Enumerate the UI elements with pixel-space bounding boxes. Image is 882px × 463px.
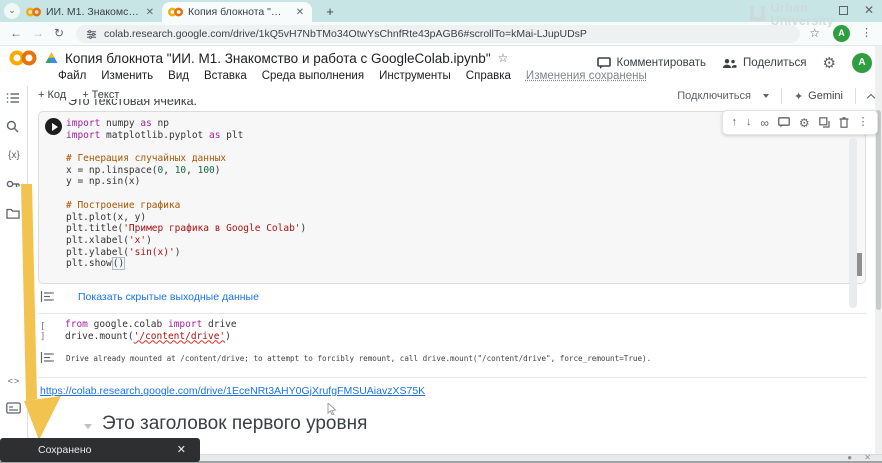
cell-scrollbar-thumb[interactable]	[857, 253, 862, 276]
files-folder-icon[interactable]	[6, 207, 22, 223]
browser-tab-inactive[interactable]: ИИ. М1. Знакомство и работа ✕	[20, 2, 160, 22]
settings-gear-icon[interactable]: ⚙	[823, 54, 836, 72]
output-toggle-icon[interactable]	[40, 351, 54, 364]
move-cell-down-icon[interactable]: ↓	[746, 117, 752, 128]
cell-divider	[38, 377, 866, 378]
tab-close-icon[interactable]: ✕	[146, 7, 154, 18]
connect-button[interactable]: Подключиться	[677, 90, 751, 102]
left-sidebar: {x} <>	[0, 86, 28, 455]
add-comment-icon[interactable]	[778, 117, 790, 128]
output-toggle-icon	[40, 291, 54, 302]
back-icon[interactable]: ←	[10, 26, 22, 40]
tab-close-icon[interactable]: ✕	[294, 7, 306, 18]
search-icon[interactable]	[6, 120, 22, 136]
toast-close-icon[interactable]: ✕	[177, 443, 186, 456]
toast-message: Сохранено	[38, 444, 92, 456]
share-label: Поделиться	[743, 57, 807, 69]
tab-title: ИИ. М1. Знакомство и работа	[46, 6, 140, 18]
terminal-icon[interactable]	[6, 402, 22, 418]
code-editor-2[interactable]: from google.colab import drive drive.moun…	[65, 319, 237, 342]
saved-toast: Сохранено ✕	[0, 438, 200, 462]
cell-settings-gear-icon[interactable]: ⚙	[799, 117, 810, 129]
show-hidden-outputs[interactable]: Показать скрытые выходные данные	[40, 290, 259, 303]
clipped-text-cell[interactable]: Это текстовая ячейка.	[68, 99, 197, 109]
share-people-icon	[722, 58, 737, 68]
browser-tab-bar: ⌄ ИИ. М1. Знакомство и работа ✕ Копия бл…	[0, 0, 882, 22]
move-cell-up-icon[interactable]: ↑	[731, 117, 737, 128]
copy-link-icon[interactable]: ∞	[760, 117, 769, 129]
comment-icon	[596, 57, 611, 69]
colab-avatar[interactable]: A	[852, 53, 872, 73]
colab-logo	[9, 50, 37, 66]
notebook-title[interactable]: Копия блокнота "ИИ. М1. Знакомство и раб…	[65, 51, 491, 66]
forward-icon[interactable]: →	[32, 26, 44, 40]
variables-icon[interactable]: {x}	[6, 149, 22, 165]
site-settings-icon[interactable]	[86, 29, 97, 40]
address-bar[interactable]: colab.research.google.com/drive/1kQ5vH7N…	[76, 25, 800, 43]
cell-divider	[38, 313, 866, 314]
code-editor-1[interactable]: import numpy as np import matplotlib.pypl…	[66, 118, 306, 271]
cell-output: Drive already mounted at /content/drive;…	[40, 351, 651, 364]
cell-toolbar: ↑ ↓ ∞ ⚙ ⋮	[722, 110, 878, 135]
menu-file[interactable]: Файл	[58, 70, 86, 82]
menu-help[interactable]: Справка	[466, 70, 511, 82]
browser-avatar[interactable]: A	[833, 25, 850, 42]
menu-insert[interactable]: Вставка	[204, 70, 247, 82]
heading-text: Это заголовок первого уровня	[102, 413, 368, 434]
gemini-button[interactable]: ✦ Gemini	[794, 90, 843, 103]
comment-label: Комментировать	[616, 57, 707, 69]
colab-header: Копия блокнота "ИИ. М1. Знакомство и раб…	[0, 46, 882, 86]
collapse-section-icon[interactable]	[84, 423, 92, 429]
window-close-button[interactable]: ✕	[864, 4, 874, 16]
screen: { "browser": { "tabs": [ { "title": "ИИ.…	[0, 0, 882, 463]
overlay-controls[interactable]: ● ✕	[847, 453, 876, 462]
colab-favicon	[26, 7, 41, 17]
delete-cell-icon[interactable]	[839, 117, 849, 128]
connect-dropdown-icon[interactable]	[762, 94, 769, 98]
window-maximize-button[interactable]	[838, 5, 848, 15]
menu-edit[interactable]: Изменить	[101, 70, 153, 82]
gemini-sparkle-icon: ✦	[793, 90, 804, 103]
run-cell-button[interactable]	[45, 118, 62, 135]
execution-count[interactable]: [ ]	[40, 322, 45, 342]
colab-favicon	[168, 7, 183, 17]
clipped-text: Это текстовая ячейка.	[68, 99, 198, 108]
menu-runtime[interactable]: Среда выполнения	[262, 70, 364, 82]
reload-icon[interactable]: ↻	[54, 26, 64, 40]
new-tab-button[interactable]: +	[322, 4, 338, 20]
window-scrollbar-thumb[interactable]	[876, 110, 881, 310]
markdown-heading-cell[interactable]: Это заголовок первого уровня	[84, 413, 367, 435]
add-code-button[interactable]: + Код	[38, 89, 66, 101]
show-hidden-outputs-label: Показать скрытые выходные данные	[78, 290, 259, 303]
tab-title: Копия блокнота "ИИ. М1. Зна	[188, 6, 288, 18]
notebook-link[interactable]: https://colab.research.google.com/drive/…	[40, 385, 425, 397]
mirror-cell-icon[interactable]	[818, 117, 830, 128]
code-snippets-icon[interactable]: <>	[6, 374, 22, 390]
table-of-contents-icon[interactable]	[6, 92, 22, 108]
notebook-scrollbar[interactable]	[849, 138, 857, 308]
drive-icon	[45, 52, 58, 63]
bookmark-star-icon[interactable]: ☆	[809, 26, 820, 40]
browser-url-bar: ← → ↻ colab.research.google.com/drive/1k…	[0, 22, 882, 46]
menu-bar: Файл Изменить Вид Вставка Среда выполнен…	[58, 70, 647, 82]
comment-button[interactable]: Комментировать	[596, 57, 707, 69]
url-text: colab.research.google.com/drive/1kQ5vH7N…	[104, 28, 587, 40]
toolbar-separator	[855, 88, 856, 104]
share-button[interactable]: Поделиться	[722, 57, 807, 69]
tab-search-icon[interactable]: ⌄	[4, 3, 20, 19]
browser-tab-active[interactable]: Копия блокнота "ИИ. М1. Зна ✕	[162, 2, 312, 22]
menu-view[interactable]: Вид	[168, 70, 189, 82]
collapse-toolbar-icon[interactable]	[866, 93, 876, 102]
more-cell-actions-icon[interactable]: ⋮	[857, 117, 868, 128]
output-text: Drive already mounted at /content/drive;…	[66, 354, 652, 363]
mouse-cursor-icon	[327, 403, 337, 415]
window-scrollbar[interactable]	[875, 46, 882, 463]
star-notebook-icon[interactable]: ☆	[498, 51, 509, 65]
menu-tools[interactable]: Инструменты	[379, 70, 451, 82]
secrets-key-icon[interactable]	[6, 178, 22, 194]
code-cell-1[interactable]: import numpy as np import matplotlib.pypl…	[38, 111, 866, 284]
browser-menu-icon[interactable]: ⋮	[861, 26, 872, 39]
toolbar-separator	[780, 88, 782, 104]
gemini-label: Gemini	[808, 90, 843, 102]
